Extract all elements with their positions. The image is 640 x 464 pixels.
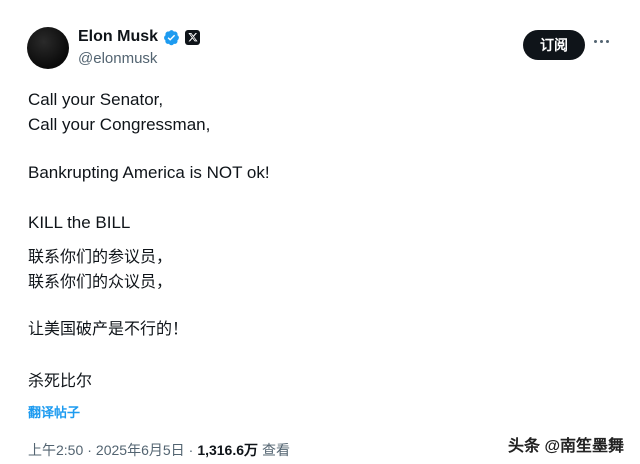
post-line: Call your Congressman, (28, 115, 211, 134)
post-date[interactable]: 2025年6月5日 (96, 440, 185, 460)
tweet-card: Elon Musk @elonmusk 订阅 Call your Senator… (0, 0, 640, 464)
author-handle[interactable]: @elonmusk (78, 50, 157, 67)
post-line: Bankrupting America is NOT ok! (28, 163, 270, 182)
post-line: KILL the BILL (28, 213, 131, 232)
post-line: 联系你们的众议员， (28, 272, 173, 291)
post-line: Call your Senator, (28, 90, 164, 109)
author-name-row: Elon Musk (78, 28, 201, 46)
watermark: 头条 @南笙墨舞 (508, 438, 625, 455)
post-meta: 上午2:50 · 2025年6月5日 · 1,316.6万 查看 (28, 440, 291, 460)
views-label: 查看 (262, 442, 291, 458)
translate-post-link[interactable]: 翻译帖子 (28, 402, 80, 421)
post-line: 联系你们的参议员， (28, 247, 173, 266)
post-line: 杀死比尔 (28, 371, 93, 390)
post-line: 让美国破产是不行的！ (28, 319, 189, 338)
views-count: 1,316.6万 (197, 442, 259, 458)
author-display-name[interactable]: Elon Musk (78, 28, 158, 46)
x-logo-icon (185, 29, 201, 45)
avatar[interactable] (27, 27, 69, 69)
post-time[interactable]: 上午2:50 (28, 440, 83, 460)
more-options-icon[interactable] (594, 40, 609, 43)
subscribe-button[interactable]: 订阅 (523, 30, 585, 60)
verified-badge-icon (164, 29, 179, 45)
